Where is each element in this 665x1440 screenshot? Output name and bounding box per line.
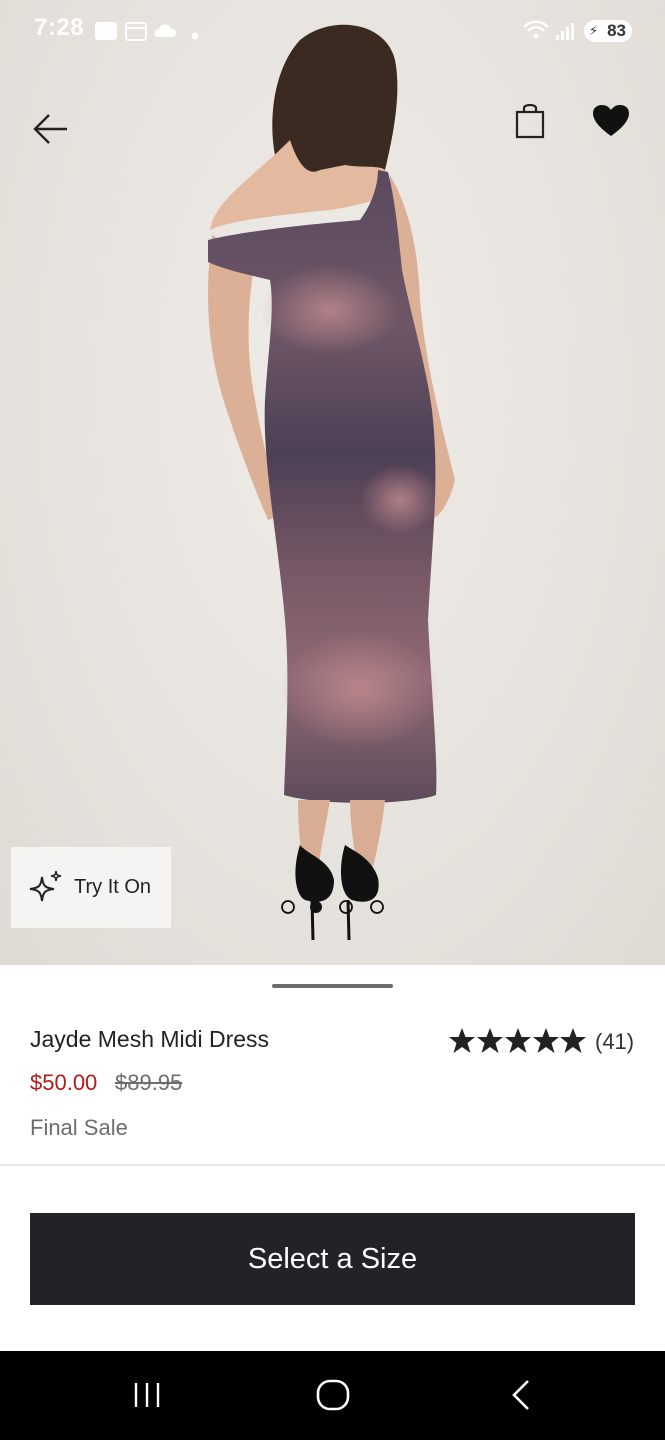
arrow-left-icon bbox=[33, 114, 67, 144]
carousel-dot bbox=[370, 900, 384, 914]
review-count[interactable]: (41) bbox=[595, 1029, 634, 1055]
divider bbox=[0, 1164, 665, 1166]
recent-apps-icon bbox=[134, 1383, 160, 1407]
shopping-bag-icon bbox=[515, 103, 545, 139]
star-icon bbox=[533, 1028, 559, 1053]
recent-apps-button[interactable] bbox=[132, 1375, 164, 1420]
select-size-button[interactable]: Select a Size bbox=[30, 1213, 635, 1305]
battery-icon: ⚡ 83 bbox=[584, 20, 632, 42]
star-icon bbox=[449, 1028, 475, 1053]
sheet-handle[interactable] bbox=[272, 984, 393, 988]
home-icon bbox=[316, 1379, 350, 1411]
carousel-dot bbox=[339, 900, 353, 914]
back-nav-icon bbox=[512, 1380, 529, 1410]
sale-price: $50.00 bbox=[30, 1070, 98, 1095]
shopping-bag-button[interactable] bbox=[512, 101, 548, 146]
carousel-dot bbox=[281, 900, 295, 914]
dot-icon bbox=[191, 27, 199, 45]
star-icons bbox=[449, 1028, 586, 1053]
heart-icon bbox=[593, 105, 629, 136]
original-price: $89.95 bbox=[115, 1070, 183, 1095]
sparkle-icon bbox=[29, 870, 62, 902]
news-icon bbox=[94, 20, 118, 47]
status-time: 7:28 bbox=[34, 14, 85, 41]
cloud-game-icon bbox=[153, 20, 179, 47]
wifi-icon bbox=[522, 18, 550, 47]
carousel-dot-active bbox=[310, 901, 322, 913]
back-nav-button[interactable] bbox=[506, 1375, 534, 1420]
battery-level: 83 bbox=[607, 21, 626, 40]
star-icon bbox=[505, 1028, 531, 1053]
product-name: Jayde Mesh Midi Dress bbox=[30, 1026, 270, 1052]
final-sale-note: Final Sale bbox=[30, 1115, 128, 1140]
system-nav-bar bbox=[0, 1351, 665, 1440]
calendar-icon bbox=[124, 20, 148, 47]
model-photo bbox=[207, 24, 455, 941]
star-icon bbox=[477, 1028, 503, 1053]
favorite-button[interactable] bbox=[592, 104, 630, 143]
home-button[interactable] bbox=[315, 1375, 351, 1420]
rating-stars[interactable] bbox=[448, 1027, 588, 1057]
star-icon bbox=[560, 1028, 586, 1053]
carousel-indicator[interactable] bbox=[278, 898, 388, 918]
try-it-on-button[interactable]: Try It On bbox=[11, 847, 171, 928]
status-bar: 7:28 ⚡ 83 bbox=[0, 0, 665, 62]
try-it-on-label: Try It On bbox=[74, 876, 152, 898]
charging-icon: ⚡ bbox=[589, 23, 599, 38]
signal-icon bbox=[555, 20, 577, 47]
back-button[interactable] bbox=[32, 112, 70, 151]
product-image[interactable]: 7:28 ⚡ 83 Try It On bbox=[0, 0, 665, 965]
